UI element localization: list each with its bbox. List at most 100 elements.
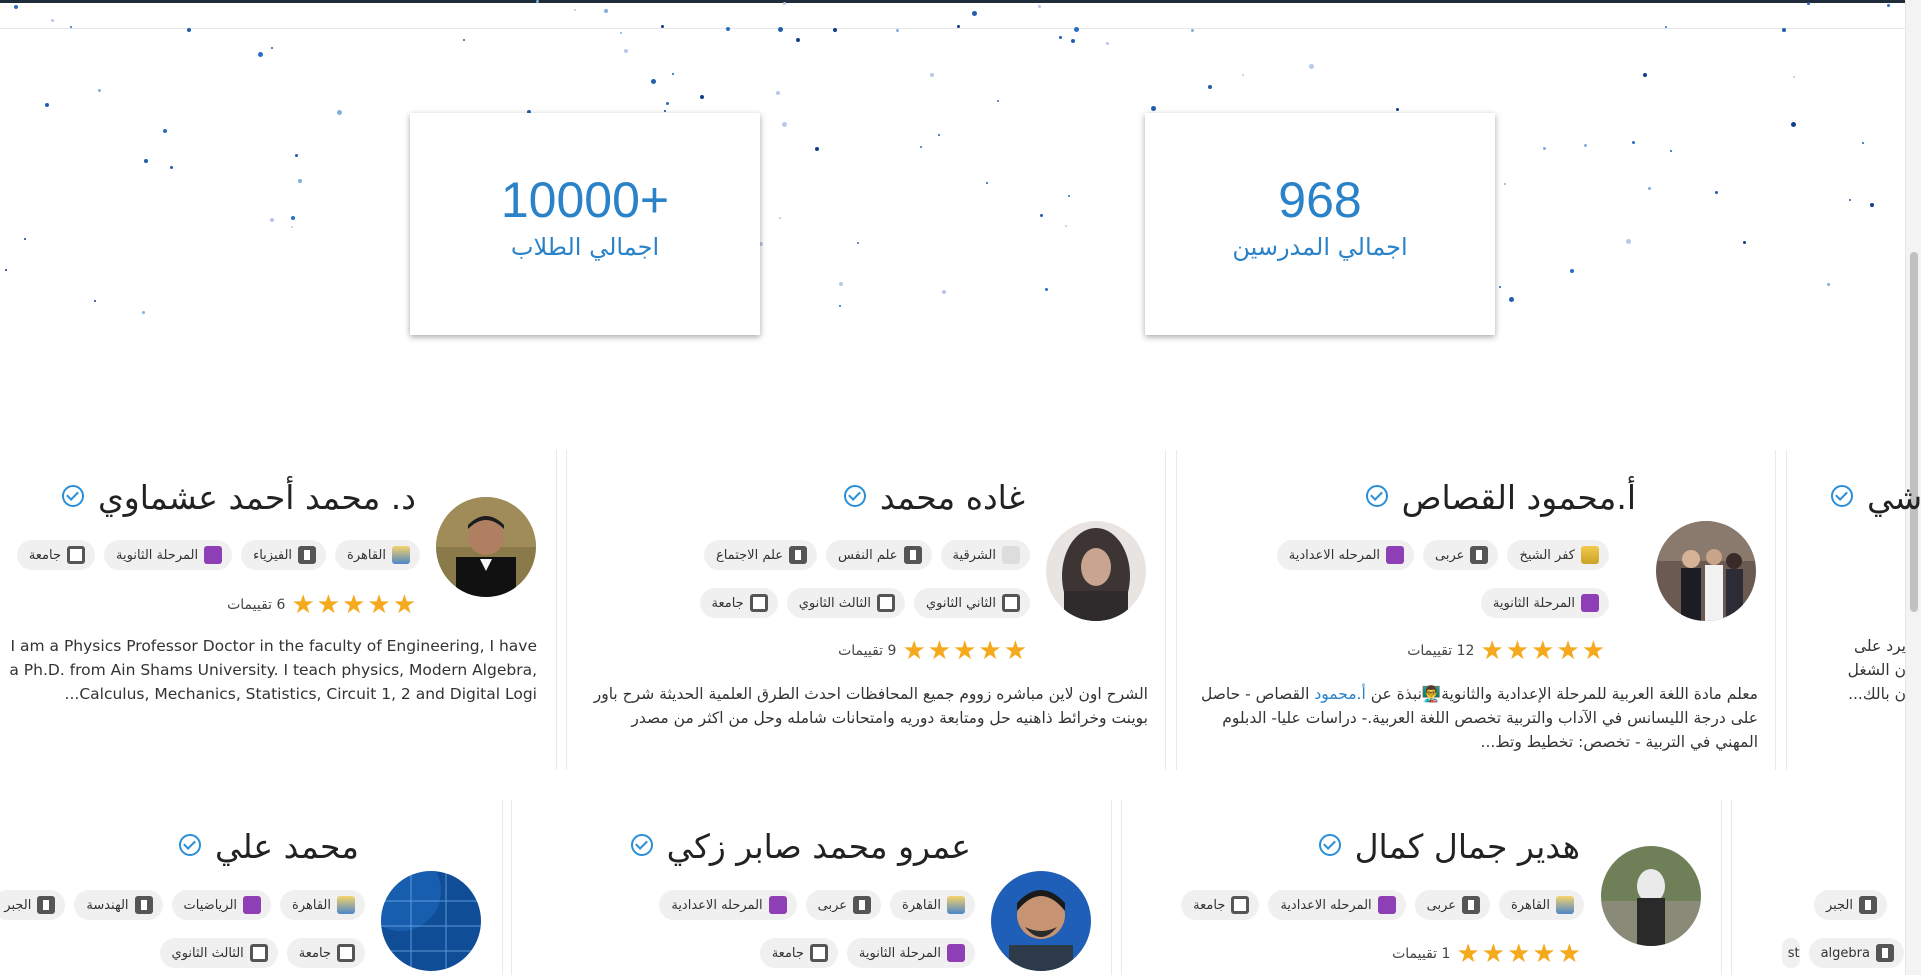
- card-divider: [1111, 800, 1112, 975]
- tag-label: كفر الشيخ: [1519, 547, 1575, 563]
- teachers-total-label: اجمالي المدرسين: [1232, 233, 1408, 261]
- tag-label: الجبر: [1825, 897, 1853, 913]
- particle-dot: [997, 100, 999, 102]
- particle-dot: [142, 311, 145, 314]
- particle-dot: [620, 32, 622, 34]
- verified-check-icon: [179, 833, 201, 856]
- teacher-tags: الشرقية علم النفس علم الاجتماع: [703, 540, 1030, 570]
- particle-dot: [1632, 141, 1635, 144]
- tag-chip: الثاني الثانوي: [913, 588, 1030, 618]
- particle-dot: [1793, 76, 1795, 78]
- teacher-name-text[interactable]: غاده محمد: [880, 478, 1025, 517]
- particle-dot: [14, 5, 18, 9]
- grade-icon: [1002, 594, 1020, 612]
- tag-label: القاهرة: [902, 897, 941, 913]
- teacher-name[interactable]: غاده محمد: [843, 478, 1025, 517]
- tag-label: الثالث الثانوي: [171, 945, 244, 961]
- teacher-name[interactable]: أ.محمود القصاص: [1365, 478, 1636, 517]
- particle-dot: [1584, 144, 1587, 147]
- teacher-avatar[interactable]: [1046, 521, 1146, 621]
- teacher-name[interactable]: هدير جمال كمال: [1318, 827, 1580, 866]
- card-divider: [511, 800, 512, 975]
- tag-label: جامعة: [28, 547, 62, 563]
- particle-dot: [1309, 64, 1314, 69]
- particle-dot: [986, 182, 988, 184]
- tag-chip: الفيزياء: [241, 540, 327, 570]
- tag-chip: عربى: [1423, 540, 1499, 570]
- teacher-name[interactable]: شي: [1831, 478, 1921, 517]
- tag-chip: st: [1781, 938, 1800, 968]
- teacher-tags: الثاني الثانوي الثالث الثانوي جامعة: [699, 588, 1030, 618]
- teacher-bio: يرد على ن الشغل ن بالك...: [1826, 634, 1906, 706]
- subject-icon: [298, 546, 317, 564]
- tag-chip: المرحله الاعدادية: [1276, 540, 1415, 570]
- teacher-name-text[interactable]: أ.محمود القصاص: [1402, 478, 1636, 517]
- particle-dot: [1191, 29, 1194, 32]
- teachers-total-value: 968: [1278, 172, 1362, 228]
- tag-chip: جامعة: [16, 540, 96, 570]
- teacher-name-text[interactable]: هدير جمال كمال: [1355, 827, 1580, 866]
- tag-label: algebra: [1820, 945, 1870, 961]
- particle-dot: [187, 28, 191, 32]
- subject-icon: [853, 896, 872, 914]
- tag-chip: كفر الشيخ: [1507, 540, 1609, 570]
- rating-stars: ★★★★★: [902, 636, 1029, 666]
- students-total-label: اجمالي الطلاب: [510, 233, 660, 261]
- particle-dot: [163, 129, 167, 133]
- teacher-avatar[interactable]: [381, 871, 481, 971]
- teacher-tags: القاهرة عربى المرحله الاعدادية جامعة: [1181, 890, 1584, 920]
- bio-link[interactable]: أ.محمود: [1314, 685, 1365, 703]
- bio-line: يرد على: [1854, 637, 1906, 655]
- particle-dot: [726, 27, 730, 31]
- city-icon: [392, 546, 410, 564]
- teacher-name-text[interactable]: محمد علي: [215, 827, 359, 866]
- teacher-tags: المرحلة الثانوية جامعة: [759, 938, 975, 968]
- particle-dot: [651, 79, 656, 84]
- city-icon: [1556, 896, 1574, 914]
- scrollbar-thumb[interactable]: [1910, 252, 1918, 612]
- tag-label: علم النفس: [838, 547, 898, 563]
- particle-dot: [1807, 2, 1810, 5]
- tag-label: القاهرة: [292, 897, 331, 913]
- rating-stars: ★★★★★: [291, 590, 418, 620]
- teacher-name[interactable]: عمرو محمد صابر زكي: [630, 827, 971, 866]
- teacher-rating: ★★★★★ 9 تقييمات: [838, 636, 1029, 666]
- teacher-name[interactable]: د. محمد أحمد عشماوي: [61, 478, 416, 517]
- particle-dot: [45, 103, 49, 107]
- subject-icon: [789, 546, 808, 564]
- grade-icon: [876, 594, 895, 612]
- teacher-name-text[interactable]: عمرو محمد صابر زكي: [667, 827, 971, 866]
- teacher-name[interactable]: محمد علي: [179, 827, 359, 866]
- card-divider: [502, 800, 503, 975]
- teacher-avatar[interactable]: [436, 497, 536, 597]
- teacher-avatar[interactable]: [1656, 521, 1756, 621]
- reviews-count: 6 تقييمات: [227, 597, 286, 613]
- tag-label: الهندسة: [86, 897, 129, 913]
- card-divider: [1775, 450, 1776, 770]
- teacher-name-text[interactable]: شي: [1867, 478, 1921, 517]
- tag-label: علم الاجتماع: [715, 547, 784, 563]
- teacher-avatar[interactable]: [991, 871, 1091, 971]
- particle-dot: [1068, 195, 1070, 197]
- particle-dot: [1791, 122, 1796, 127]
- verified-check-icon: [630, 833, 653, 856]
- particle-dot: [896, 29, 899, 32]
- grade-icon: [1231, 896, 1250, 914]
- tag-chip: القاهرة: [335, 540, 420, 570]
- particle-dot: [1106, 42, 1109, 45]
- teachers-stat-card: 968 اجمالي المدرسين: [1145, 113, 1495, 335]
- teacher-name-text[interactable]: د. محمد أحمد عشماوي: [98, 478, 416, 517]
- particle-dot: [1862, 142, 1864, 144]
- particle-dot: [1071, 39, 1075, 43]
- card-divider: [1165, 450, 1166, 770]
- city-icon: [947, 896, 965, 914]
- particle-dot: [661, 25, 664, 28]
- particle-dot: [291, 226, 293, 228]
- teacher-avatar[interactable]: [1601, 846, 1701, 946]
- particle-dot: [463, 39, 465, 41]
- card-divider: [1176, 450, 1177, 770]
- particle-dot: [295, 154, 298, 157]
- tag-chip: المرحلة الثانوية: [846, 938, 975, 968]
- particle-dot: [942, 290, 946, 294]
- city-icon: [1581, 546, 1599, 564]
